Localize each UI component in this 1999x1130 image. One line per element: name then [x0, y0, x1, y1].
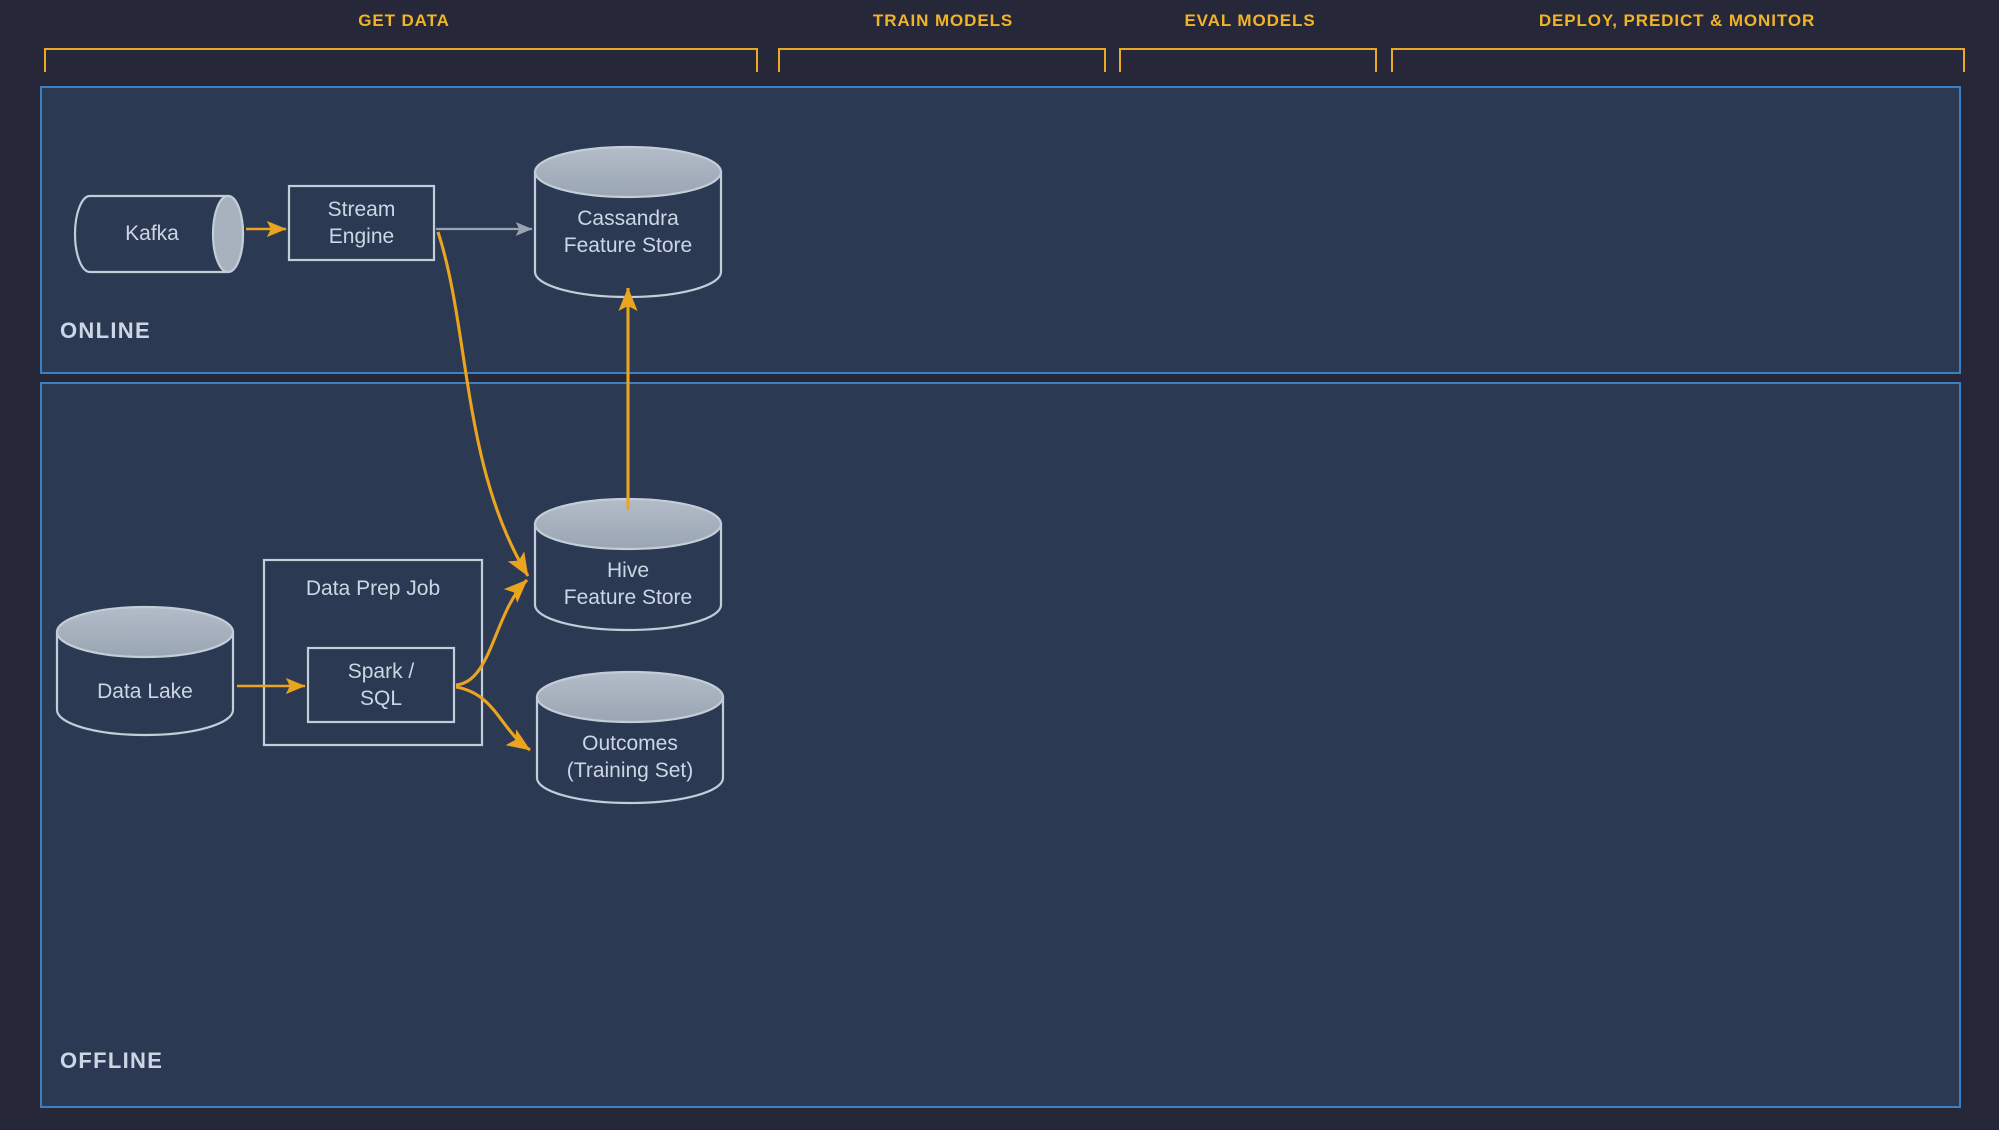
- phase-header-strip: GET DATA TRAIN MODELS EVAL MODELS DEPLOY…: [0, 0, 1999, 80]
- node-hit-kafka[interactable]: [72, 194, 248, 274]
- node-hit-outcomes-training-set[interactable]: [537, 672, 723, 803]
- section-title-online: ONLINE: [60, 318, 151, 343]
- phase-label-get-data: GET DATA: [358, 11, 450, 30]
- node-hit-stream-engine[interactable]: [289, 186, 434, 260]
- node-hit-hive-feature-store[interactable]: [535, 499, 721, 630]
- phase-label-deploy-predict-monitor: DEPLOY, PREDICT & MONITOR: [1538, 11, 1816, 30]
- section-title-offline: OFFLINE: [60, 1048, 164, 1073]
- phase-bracket-get-data: [44, 48, 758, 72]
- phase-bracket-eval-models: [1119, 48, 1377, 72]
- phase-label-eval-models: EVAL MODELS: [1184, 11, 1316, 30]
- phase-bracket-deploy-predict-monitor: [1391, 48, 1965, 72]
- phase-bracket-train-models: [778, 48, 1106, 72]
- node-hit-cassandra-feature-store[interactable]: [535, 147, 721, 297]
- diagram-canvas: GET DATA TRAIN MODELS EVAL MODELS DEPLOY…: [0, 0, 1999, 1130]
- node-hit-data-lake[interactable]: [57, 607, 233, 735]
- node-hit-spark-sql[interactable]: [308, 648, 454, 722]
- section-panel-offline: [40, 382, 1961, 1108]
- node-hit-data-prep-job[interactable]: [264, 560, 482, 648]
